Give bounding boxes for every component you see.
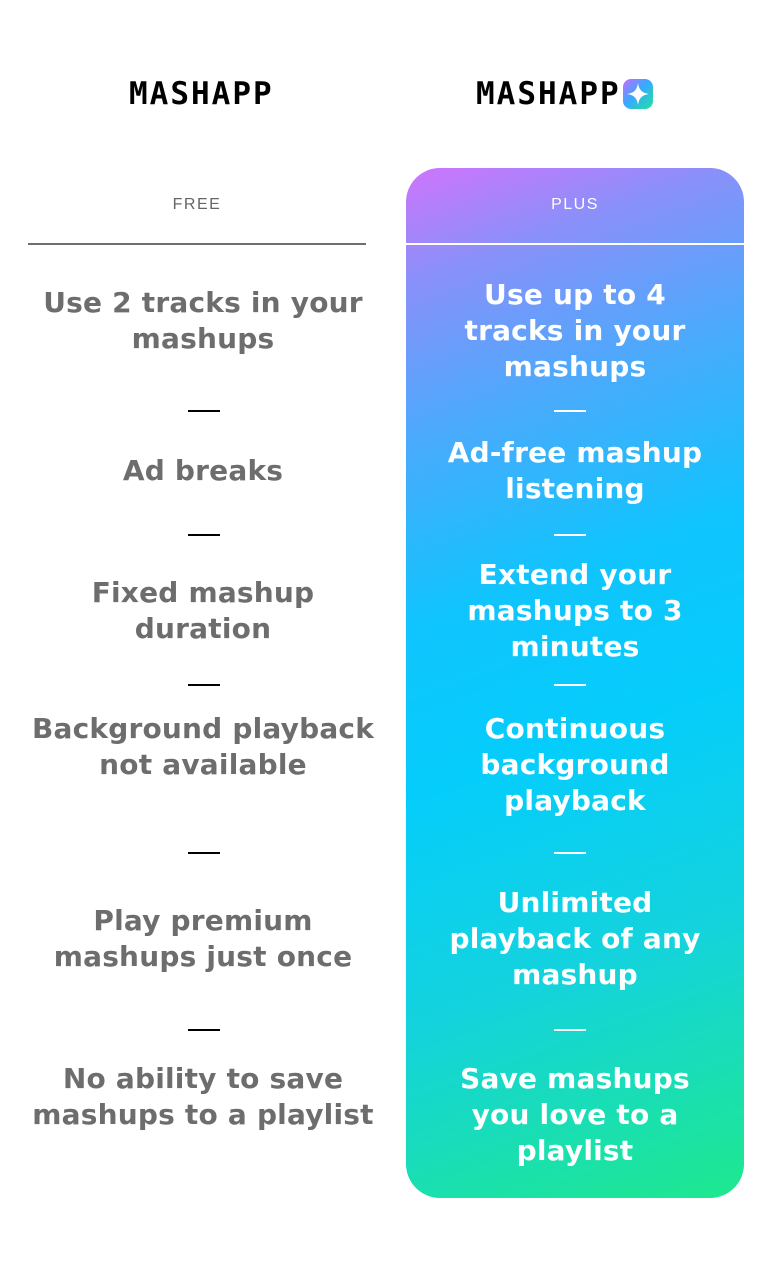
free-logo-text: MASHAPP [129,76,274,112]
free-feature-background: Background playback not available [31,712,375,781]
plus-logo-text: MASHAPP [476,76,621,112]
plus-plan-card: PLUS Use up to 4 tracks in your mashups … [406,168,744,1198]
free-header-divider [28,243,366,245]
free-divider [188,534,220,536]
comparison-page: MASHAPP MASHAPP FREE Use 2 tracks in you… [0,0,780,1278]
free-feature-tracks: Use 2 tracks in your mashups [43,286,363,355]
plus-feature-background: Continuous background playback [480,712,670,817]
free-divider [188,684,220,686]
free-feature-ads: Ad breaks [122,454,284,487]
free-divider [188,410,220,412]
plus-feature-tracks: Use up to 4 tracks in your mashups [464,278,686,383]
free-feature-playlist: No ability to save mashups to a playlist [32,1062,374,1131]
mashapp-free-logo: MASHAPP [129,76,274,112]
plus-divider [554,684,586,686]
plus-divider [554,534,586,536]
mashapp-plus-logo: MASHAPP [476,76,653,112]
free-divider [188,852,220,854]
plus-header-divider [406,243,744,245]
plus-divider [554,410,586,412]
free-feature-premium: Play premium mashups just once [53,904,353,973]
plus-divider [554,1029,586,1031]
plus-column-header: PLUS [551,196,599,213]
plus-feature-unlimited: Unlimited playback of any mashup [449,886,701,991]
free-divider [188,1029,220,1031]
free-column-header: FREE [172,196,222,213]
free-feature-duration: Fixed mashup duration [91,576,315,645]
plus-divider [554,852,586,854]
plus-feature-playlist: Save mashups you love to a playlist [460,1062,690,1167]
plus-feature-duration: Extend your mashups to 3 minutes [467,558,683,663]
sparkle-plus-icon [622,79,653,109]
plus-feature-ads: Ad-free mashup listening [447,436,703,505]
